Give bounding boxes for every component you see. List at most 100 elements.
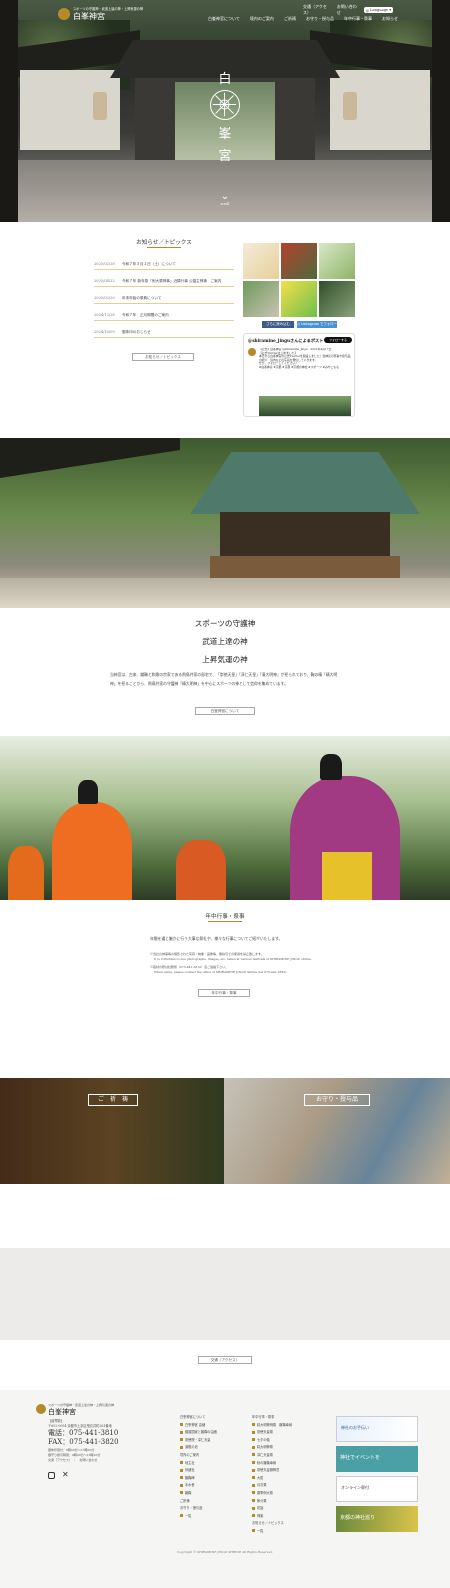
- footer-links[interactable]: 交通（アクセス） ｜ お問い合わせ: [48, 1458, 97, 1462]
- nav-events[interactable]: 年中行事・祭事: [344, 16, 372, 24]
- news-section: お知らせ／トピックス 2025/02/28 令和７年３月１日（土）について 202…: [0, 222, 450, 438]
- events-title-rule: [208, 921, 242, 922]
- about-line-2: 武道上達の神: [202, 637, 248, 646]
- twitter-post-text: 【公式】白峯神宮 @shiramine_jingu · 2021年4月17日 【…: [259, 348, 351, 369]
- footer-nav-item[interactable]: 月次祭: [252, 1482, 330, 1490]
- footer-nav-item[interactable]: 手水舎: [180, 1482, 250, 1490]
- page: { "header":{ "tagline":"スポーツの守護神・武道上達の神・…: [0, 0, 450, 1588]
- footer-nav-item[interactable]: 精大明神祭: [252, 1444, 330, 1452]
- footer-nav-item[interactable]: 蹴鞠碑: [180, 1475, 250, 1483]
- events-note-1-en: It is forbidden to use photographs, imag…: [154, 957, 312, 961]
- seal-char-3: 宮: [218, 149, 232, 164]
- kito-panel[interactable]: ご 祈 祷: [0, 1078, 224, 1184]
- omamori-label: お守り・授与品: [304, 1094, 370, 1106]
- news-row[interactable]: 2025/02/28 令和７年３月１日（土）について: [94, 258, 234, 270]
- footer-nav-item[interactable]: 伴緒社: [180, 1467, 250, 1475]
- footer-nav-item[interactable]: 鎮護国家と蹴鞠の由緒: [180, 1429, 250, 1437]
- footer-nav-item[interactable]: 精大明神例祭 蹴鞠奉納: [252, 1422, 330, 1430]
- news-more-button[interactable]: お知らせ／トピックス: [132, 353, 194, 361]
- footer-ad-banner-4[interactable]: 京都の神社巡り: [336, 1506, 418, 1532]
- instagram-follow-label: Instagram でフォロー: [301, 322, 337, 326]
- instagram-icon[interactable]: [48, 1472, 55, 1479]
- footer-nav-item[interactable]: 七夕の儀: [252, 1437, 330, 1445]
- news-row[interactable]: 2025/02/20 年末年始の祭典について: [94, 292, 234, 304]
- instagram-thumb-6[interactable]: [319, 281, 355, 317]
- about-button[interactable]: 白峯神宮について: [195, 707, 255, 715]
- scroll-indicator[interactable]: ⌄ scroll: [212, 192, 238, 212]
- footer-nav-heading[interactable]: お知らせ／トピックス: [252, 1520, 330, 1528]
- omamori-panel[interactable]: お守り・授与品: [224, 1078, 450, 1184]
- instagram-thumb-1[interactable]: [243, 243, 279, 279]
- twitter-avatar: [248, 348, 256, 356]
- language-select[interactable]: ◎ Language ▾: [363, 7, 393, 13]
- site-logo[interactable]: スポーツの守護神・武道上達の神・上昇気運の神 白峯神宮: [58, 6, 143, 22]
- footer-nav-item[interactable]: 崇徳天皇祭: [252, 1429, 330, 1437]
- news-row[interactable]: 2025/04/22 令和７年 新年祭「例大祭神事」近隣行事 公園主神事 ご案内: [94, 275, 234, 287]
- footer-nav-heading[interactable]: お守り・授与品: [180, 1505, 250, 1513]
- twitter-follow-button[interactable]: フォローする: [324, 337, 352, 343]
- footer-nav-item[interactable]: 地主社: [180, 1460, 250, 1468]
- footer-nav-item[interactable]: 蹴鞠: [180, 1490, 250, 1498]
- twitter-post-image: [259, 396, 351, 416]
- news-date: 2024/10/09: [94, 330, 115, 334]
- nav-kito[interactable]: ご祈祷: [284, 16, 296, 24]
- footer-nav-heading[interactable]: ご祈祷: [180, 1498, 250, 1506]
- lantern-right: [343, 92, 357, 120]
- news-row[interactable]: 2024/12/28 令和７年 正月期間のご案内: [94, 309, 234, 321]
- seal-char-2: 峯: [218, 127, 232, 142]
- footer-nav-item[interactable]: 崇徳天皇御神忌: [252, 1467, 330, 1475]
- instagram-thumb-4[interactable]: [243, 281, 279, 317]
- footer-nav-col-2: 年中行事・祭事 精大明神例祭 蹴鞠奉納 崇徳天皇祭 七夕の儀 精大明神祭 淳仁天…: [252, 1414, 330, 1536]
- language-label: Language: [370, 8, 389, 12]
- nav-about[interactable]: 白峯神宮について: [208, 16, 240, 24]
- footer-ad-banner-2[interactable]: 神社でイベントを: [336, 1446, 418, 1472]
- footer-nav-item[interactable]: 秋の蹴鞠奉納: [252, 1460, 330, 1468]
- footer-logo: 白峯神宮: [48, 1408, 76, 1416]
- dancer-2: [52, 802, 132, 900]
- instagram-thumb-5[interactable]: [281, 281, 317, 317]
- footer-nav-heading[interactable]: 白峯神宮について: [180, 1414, 250, 1422]
- footer-nav-heading[interactable]: 境内のご案内: [180, 1452, 250, 1460]
- news-date: 2025/04/22: [94, 279, 115, 283]
- nav-precinct[interactable]: 境内のご案内: [250, 16, 274, 24]
- about-section: スポーツの守護神 武道上達の神 上昇気運の神 当神宮は、古来、蹴鞠と和歌の宗家で…: [0, 608, 450, 736]
- footer-nav-item[interactable]: 初詣: [252, 1505, 330, 1513]
- twitter-handle: @shiramine_jinguさんによるポスト: [248, 338, 324, 343]
- hero-section: 白 峯 宮 スポーツの守護神・武道上達の神・上昇気運の神 白峯神宮 交通（アクセ…: [0, 0, 450, 222]
- footer-ad-banner-3[interactable]: オンライン寄付: [336, 1476, 418, 1502]
- footer-nav-heading[interactable]: 年中行事・祭事: [252, 1414, 330, 1422]
- access-button[interactable]: 交通（アクセス）: [198, 1356, 252, 1364]
- instagram-follow-button[interactable]: ◎ Instagram でフォロー: [297, 321, 337, 328]
- access-link[interactable]: 交通（アクセス）: [303, 4, 331, 16]
- events-note-1: ※当社の神事等の撮影された写真・映像・画像等、無許可での使用を禁止致します。: [150, 952, 264, 956]
- nav-news[interactable]: お知らせ: [382, 16, 398, 24]
- footer-ad-banner-1[interactable]: 神社のお手伝い: [336, 1416, 418, 1442]
- footer-nav-item[interactable]: 一覧: [180, 1513, 250, 1521]
- scroll-label: scroll: [220, 202, 230, 206]
- footer-nav-item[interactable]: 一覧: [252, 1528, 330, 1536]
- footer-nav-item[interactable]: 潜龍の池: [180, 1444, 250, 1452]
- x-icon[interactable]: ✕: [62, 1470, 69, 1479]
- kito-label: ご 祈 祷: [88, 1094, 138, 1106]
- footer-nav-item[interactable]: 淳仁天皇祭: [252, 1452, 330, 1460]
- footer-nav-item[interactable]: 節分祭: [252, 1498, 330, 1506]
- footer-ad-label: 神社のお手伝い: [341, 1425, 369, 1430]
- instagram-more-button[interactable]: さらに読み込む: [262, 321, 294, 328]
- footer-nav-item[interactable]: 白峯神宮 由緒: [180, 1422, 250, 1430]
- events-title: 年中行事・祭事: [205, 914, 245, 920]
- footer-nav-item[interactable]: 崇徳院・淳仁天皇: [180, 1437, 250, 1445]
- chevron-down-icon: ⌄: [220, 191, 230, 202]
- contact-link[interactable]: お問い合わせ: [337, 4, 358, 16]
- footer-nav-item[interactable]: 大祓: [252, 1475, 330, 1483]
- instagram-thumb-2[interactable]: [281, 243, 317, 279]
- footer-nav-item[interactable]: 春季例大祭: [252, 1490, 330, 1498]
- news-text: 令和７年 新年祭「例大祭神事」近隣行事 公園主神事 ご案内: [122, 279, 222, 283]
- shrine-roof: [190, 452, 420, 514]
- instagram-thumb-3[interactable]: [319, 243, 355, 279]
- nav-omamori[interactable]: お守り・授与品: [306, 16, 334, 24]
- ground: [0, 578, 450, 608]
- footer-ad-label: 神社でイベントを: [340, 1455, 381, 1461]
- events-button[interactable]: 年中行事・祭事: [198, 989, 250, 997]
- footer-nav-item[interactable]: 神楽: [252, 1513, 330, 1521]
- news-row[interactable]: 2024/10/09 御朱印のおしらせ: [94, 326, 234, 338]
